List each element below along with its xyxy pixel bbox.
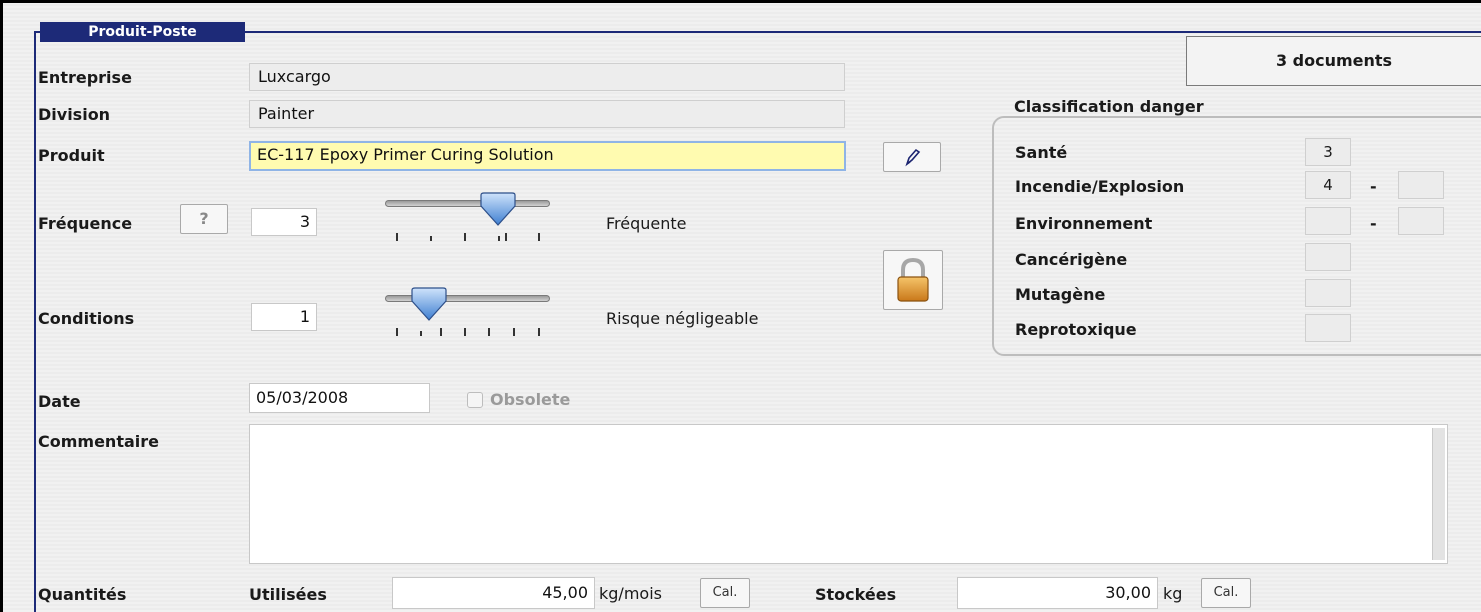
edit-product-button[interactable]	[883, 142, 941, 172]
frequence-slider-thumb[interactable]	[478, 192, 518, 228]
conditions-slider-ticks	[396, 328, 542, 338]
stockees-field[interactable]: 30,00	[957, 577, 1158, 609]
conditions-label: Conditions	[38, 309, 135, 328]
tick	[538, 233, 540, 241]
date-field[interactable]: 05/03/2008	[249, 383, 430, 413]
class-label-mutagene: Mutagène	[1015, 285, 1106, 304]
question-icon: ?	[199, 209, 209, 228]
commentaire-scrollbar[interactable]	[1432, 428, 1445, 560]
utilisees-field[interactable]: 45,00	[392, 577, 595, 609]
classification-title: Classification danger	[1014, 97, 1204, 116]
utilisees-label: Utilisées	[249, 585, 327, 604]
stockees-cal-button[interactable]: Cal.	[1201, 578, 1251, 608]
quantites-label: Quantités	[38, 585, 127, 604]
conditions-slider-thumb[interactable]	[409, 287, 449, 323]
class-label-reprotoxique: Reprotoxique	[1015, 320, 1137, 339]
tick	[420, 331, 422, 336]
tick	[498, 236, 500, 241]
obsolete-checkbox[interactable]	[467, 392, 483, 408]
class-label-incendie: Incendie/Explosion	[1015, 177, 1185, 196]
class-value2-environnement	[1398, 207, 1444, 235]
commentaire-text	[250, 425, 1447, 433]
frequence-slider-ticks	[396, 233, 542, 243]
utilisees-unit: kg/mois	[599, 584, 662, 603]
class-dash-environnement: -	[1370, 214, 1377, 233]
entreprise-field: Luxcargo	[249, 63, 845, 91]
division-label: Division	[38, 105, 111, 124]
frequence-help-button[interactable]: ?	[180, 204, 228, 234]
tick	[396, 233, 398, 241]
lock-icon	[897, 257, 929, 302]
group-border-top	[34, 31, 1481, 33]
class-label-cancerigene: Cancérigène	[1015, 250, 1128, 269]
class-value-sante: 3	[1305, 138, 1351, 166]
frequence-label: Fréquence	[38, 214, 133, 233]
utilisees-cal-button[interactable]: Cal.	[700, 578, 750, 608]
commentaire-textarea[interactable]	[249, 424, 1448, 564]
class-value-incendie: 4	[1305, 171, 1351, 199]
class-value-mutagene	[1305, 279, 1351, 307]
group-border-left	[34, 31, 36, 612]
tick	[430, 236, 432, 241]
class-label-environnement: Environnement	[1015, 214, 1153, 233]
class-dash-incendie: -	[1370, 177, 1377, 196]
frequence-description: Fréquente	[606, 214, 687, 233]
tick	[538, 328, 540, 336]
frequence-value-field[interactable]: 3	[251, 208, 317, 236]
class-value-cancerigene	[1305, 243, 1351, 271]
pencil-icon	[905, 148, 921, 167]
division-field: Painter	[249, 100, 845, 128]
conditions-description: Risque négligeable	[606, 309, 759, 328]
tick	[488, 328, 490, 336]
tick	[505, 233, 507, 241]
commentaire-label: Commentaire	[38, 432, 159, 451]
tick	[464, 233, 466, 241]
class-label-sante: Santé	[1015, 143, 1068, 162]
date-label: Date	[38, 392, 81, 411]
produit-field[interactable]: EC-117 Epoxy Primer Curing Solution	[249, 141, 846, 171]
class-value-environnement	[1305, 207, 1351, 235]
conditions-value-field[interactable]: 1	[251, 303, 317, 331]
stockees-unit: kg	[1163, 584, 1183, 603]
documents-button[interactable]: 3 documents	[1186, 36, 1481, 86]
class-value-reprotoxique	[1305, 314, 1351, 342]
tick	[440, 328, 442, 336]
lock-button[interactable]	[883, 250, 943, 310]
tick	[464, 328, 466, 336]
produit-label: Produit	[38, 146, 105, 165]
tick	[396, 328, 398, 336]
frequence-slider-track[interactable]	[385, 200, 550, 207]
obsolete-label: Obsolete	[490, 390, 571, 409]
class-value2-incendie	[1398, 171, 1444, 199]
entreprise-label: Entreprise	[38, 68, 132, 87]
group-title: Produit-Poste	[40, 22, 245, 42]
tick	[513, 328, 515, 336]
stockees-label: Stockées	[815, 585, 897, 604]
